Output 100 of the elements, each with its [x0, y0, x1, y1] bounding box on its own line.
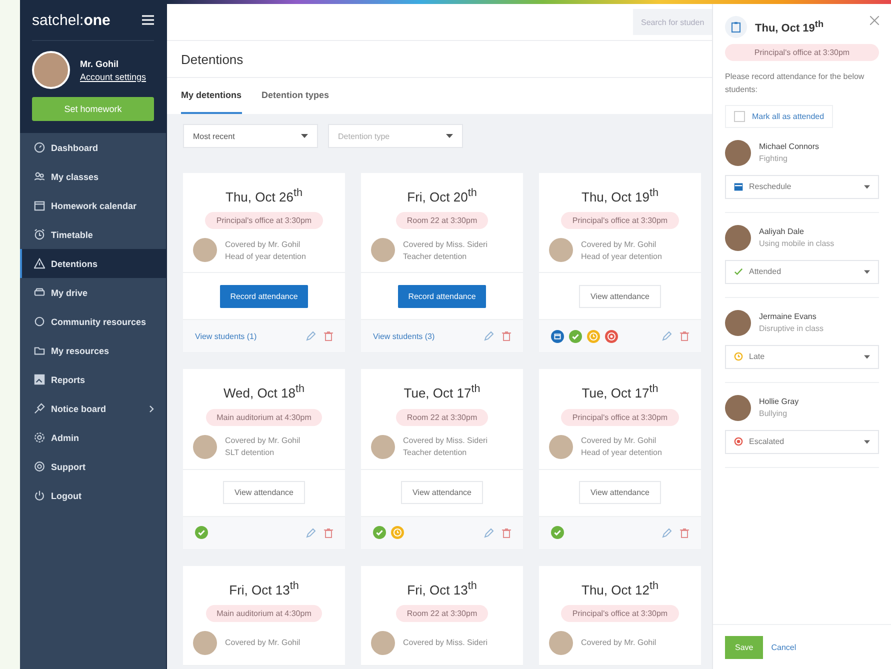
pencil-icon[interactable]: [306, 528, 316, 538]
nav-item[interactable]: Admin: [20, 423, 166, 452]
nav-item[interactable]: Notice board: [20, 394, 166, 423]
clock-icon: [391, 526, 404, 540]
card-date: Fri, Oct 13$^{th}$: [407, 580, 477, 597]
trash-icon[interactable]: [324, 528, 333, 538]
avatar: [32, 51, 70, 89]
avatar: [549, 238, 573, 262]
card-date: Tue, Oct 17$^{th}$: [582, 383, 658, 401]
caret-icon: [864, 270, 870, 274]
location-pill: Main auditorium at 4:30pm: [206, 408, 322, 426]
avatar: [725, 394, 751, 421]
teacher-name: Covered by Mr. Gohil: [225, 436, 300, 446]
pencil-icon[interactable]: [484, 528, 494, 538]
view-students-link[interactable]: View students (3): [373, 332, 435, 341]
search-field[interactable]: Search for studen: [633, 9, 712, 35]
record-attendance-button[interactable]: Record attendance: [398, 284, 486, 308]
pencil-icon[interactable]: [662, 331, 672, 342]
cancel-link[interactable]: Cancel: [771, 642, 796, 652]
detention-type: Head of year detention: [225, 252, 306, 261]
nav-item[interactable]: Homework calendar: [20, 191, 166, 220]
logo[interactable]: satchel:one: [32, 12, 110, 28]
picture-icon: [34, 374, 45, 385]
warning-icon: [34, 258, 45, 269]
panel-date: Thu, Oct 19$^{th}$: [755, 19, 825, 35]
trash-icon[interactable]: [502, 528, 511, 538]
trash-icon[interactable]: [502, 331, 511, 342]
nav-item[interactable]: Dashboard: [20, 133, 166, 162]
avatar: [725, 140, 751, 166]
teacher-name: Covered by Miss. Sideri: [403, 638, 488, 648]
teacher-name: Covered by Miss. Sideri: [403, 240, 488, 249]
nav-item[interactable]: Support: [20, 452, 166, 481]
account-settings-link[interactable]: Account settings: [80, 72, 146, 82]
avatar: [371, 434, 395, 459]
circle-icon: [34, 316, 45, 327]
location-pill: Principal's office at 3:30pm: [561, 408, 679, 426]
avatar: [549, 434, 573, 459]
lifebuoy-icon: [34, 461, 45, 472]
caret-icon: [864, 184, 870, 189]
card-date: Thu, Oct 26$^{th}$: [226, 187, 302, 204]
view-attendance-button[interactable]: View attendance: [223, 481, 304, 504]
nav-item[interactable]: Community resources: [20, 307, 166, 336]
nav-item[interactable]: Logout: [20, 481, 166, 510]
attendance-dropdown[interactable]: Escalated: [725, 430, 879, 454]
avatar: [193, 434, 217, 459]
nav-item[interactable]: My resources: [20, 336, 166, 365]
student-name: Michael Connors: [759, 142, 820, 152]
tab[interactable]: Detention types: [262, 78, 330, 114]
trash-icon[interactable]: [680, 331, 689, 342]
mark-all-checkbox[interactable]: Mark all as attended: [725, 104, 834, 128]
card-date: Fri, Oct 20$^{th}$: [407, 187, 477, 204]
student-name: Aaliyah Dale: [759, 227, 805, 236]
trash-icon[interactable]: [324, 331, 333, 342]
caret-icon: [301, 134, 308, 138]
pencil-icon[interactable]: [662, 528, 672, 538]
dropdown[interactable]: Most recent: [183, 124, 318, 148]
teacher-name: Covered by Mr. Gohil: [225, 638, 300, 648]
pencil-icon[interactable]: [484, 331, 494, 342]
view-attendance-button[interactable]: View attendance: [579, 481, 660, 504]
nav-item[interactable]: Timetable: [20, 220, 166, 249]
avatar: [193, 630, 217, 655]
pin-icon: [34, 403, 45, 414]
student-reason: Using mobile in class: [759, 239, 834, 248]
location-pill: Main auditorium at 4:30pm: [206, 604, 322, 622]
teacher-name: Covered by Miss. Sideri: [403, 436, 488, 446]
location-pill: Principal's office at 3:30pm: [561, 604, 679, 622]
calendar-icon: [734, 182, 743, 192]
card-date: Thu, Oct 19$^{th}$: [582, 187, 658, 204]
view-attendance-button[interactable]: View attendance: [579, 284, 660, 308]
menu-icon[interactable]: [142, 15, 154, 25]
view-students-link[interactable]: View students (1): [195, 332, 257, 341]
attendance-dropdown[interactable]: Late: [725, 344, 879, 369]
avatar: [549, 630, 573, 655]
close-icon[interactable]: [870, 16, 879, 25]
clipboard-icon: [725, 16, 747, 38]
nav-item[interactable]: My classes: [20, 162, 166, 191]
folder-icon: [34, 345, 45, 356]
nav-item[interactable]: My drive: [20, 278, 166, 307]
clock-icon: [734, 352, 743, 362]
view-attendance-button[interactable]: View attendance: [401, 481, 482, 504]
power-icon: [34, 490, 45, 501]
attendance-dropdown[interactable]: Attended: [725, 260, 879, 284]
clock-icon: [587, 330, 600, 343]
card-date: Fri, Oct 13$^{th}$: [229, 580, 299, 597]
nav-item[interactable]: Reports: [20, 365, 166, 394]
calendar-icon: [34, 200, 45, 211]
attendance-dropdown[interactable]: Reschedule: [725, 174, 879, 199]
avatar: [371, 630, 395, 655]
check-icon: [373, 526, 386, 540]
location-pill: Principal's office at 3:30pm: [561, 212, 679, 230]
user-name: Mr. Gohil: [80, 58, 120, 68]
detention-type: Teacher detention: [403, 448, 468, 458]
gear-icon: [34, 432, 45, 443]
student-reason: Disruptive in class: [759, 324, 824, 334]
student-reason: Bullying: [759, 409, 788, 418]
pencil-icon[interactable]: [306, 331, 316, 342]
location-pill: Room 22 at 3:30pm: [396, 212, 488, 230]
record-attendance-button[interactable]: Record attendance: [220, 284, 308, 308]
trash-icon[interactable]: [680, 528, 689, 538]
nav-item[interactable]: Detentions: [20, 249, 166, 278]
